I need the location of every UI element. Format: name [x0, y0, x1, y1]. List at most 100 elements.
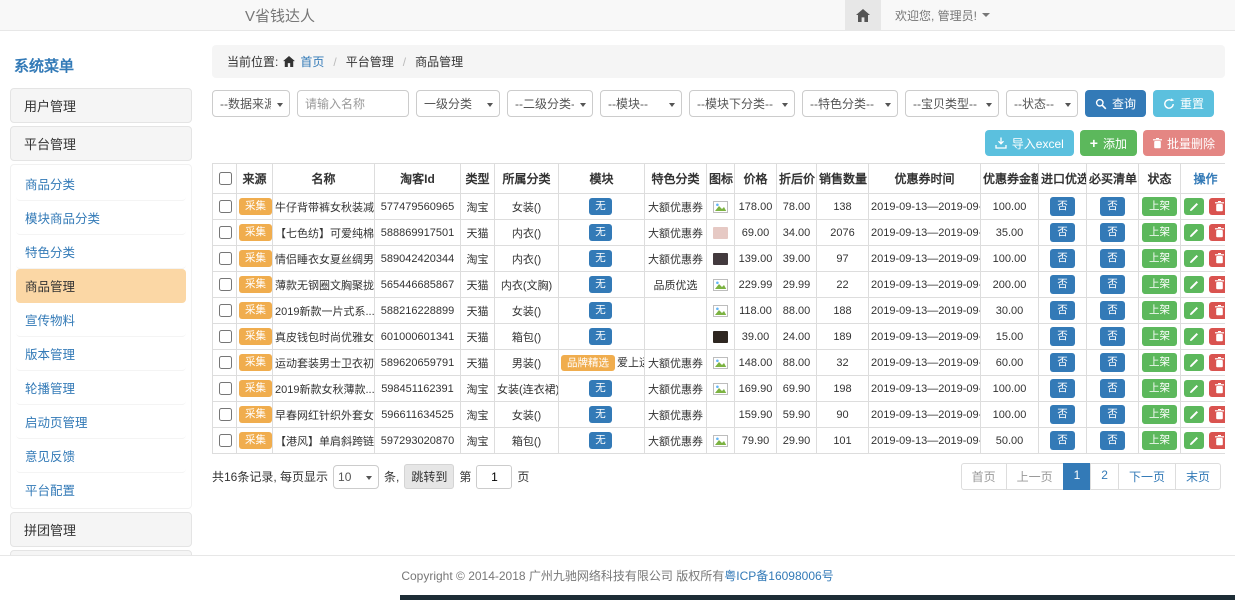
status-toggle[interactable]: 上架 [1142, 353, 1177, 371]
must-buy-toggle[interactable]: 否 [1100, 301, 1125, 319]
filter-select-module-subcategory[interactable]: --模块下分类-- [689, 90, 795, 117]
import-select-toggle[interactable]: 否 [1050, 405, 1075, 423]
user-menu[interactable]: 欢迎您, 管理员! [895, 0, 990, 30]
import-select-toggle[interactable]: 否 [1050, 223, 1075, 241]
row-checkbox[interactable] [219, 330, 232, 343]
filter-select-feature-category[interactable]: --特色分类-- [802, 90, 898, 117]
edit-button[interactable] [1184, 328, 1204, 345]
row-checkbox[interactable] [219, 226, 232, 239]
breadcrumb-home-link[interactable]: 首页 [300, 53, 324, 70]
import-select-toggle[interactable]: 否 [1050, 301, 1075, 319]
must-buy-toggle[interactable]: 否 [1100, 327, 1125, 345]
must-buy-toggle[interactable]: 否 [1100, 197, 1125, 215]
edit-button[interactable] [1184, 406, 1204, 423]
must-buy-toggle[interactable]: 否 [1100, 223, 1125, 241]
sidebar-subitem-1[interactable]: 商品分类 [16, 167, 186, 201]
sidebar-subitem-6[interactable]: 版本管理 [16, 337, 186, 371]
status-toggle[interactable]: 上架 [1142, 431, 1177, 449]
edit-button[interactable] [1184, 302, 1204, 319]
sidebar-item-user-management[interactable]: 用户管理 [10, 88, 192, 123]
row-checkbox[interactable] [219, 408, 232, 421]
batch-delete-button[interactable]: 批量删除 [1143, 130, 1225, 156]
sidebar-subitem-5[interactable]: 宣传物料 [16, 303, 186, 337]
row-checkbox[interactable] [219, 278, 232, 291]
edit-button[interactable] [1184, 380, 1204, 397]
pager-first[interactable]: 首页 [961, 463, 1007, 490]
sidebar-subitem-4[interactable]: 商品管理 [16, 269, 186, 303]
import-select-toggle[interactable]: 否 [1050, 379, 1075, 397]
delete-button[interactable] [1209, 354, 1225, 371]
sidebar-item-3[interactable]: 拼团管理 [10, 512, 192, 547]
must-buy-toggle[interactable]: 否 [1100, 379, 1125, 397]
add-button[interactable]: + 添加 [1080, 130, 1137, 156]
sidebar-subitem-7[interactable]: 轮播管理 [16, 371, 186, 405]
import-select-toggle[interactable]: 否 [1050, 275, 1075, 293]
sidebar-subitem-3[interactable]: 特色分类 [16, 235, 186, 269]
edit-button[interactable] [1184, 354, 1204, 371]
jump-button[interactable]: 跳转到 [404, 464, 454, 489]
page-size-select[interactable]: 10 [333, 465, 379, 489]
filter-select-item-type[interactable]: --宝贝类型-- [905, 90, 999, 117]
import-select-toggle[interactable]: 否 [1050, 431, 1075, 449]
filter-select-source[interactable]: --数据来源-- [212, 90, 290, 117]
delete-button[interactable] [1209, 198, 1225, 215]
must-buy-toggle[interactable]: 否 [1100, 405, 1125, 423]
status-toggle[interactable]: 上架 [1142, 301, 1177, 319]
filter-select-level1-category[interactable]: 一级分类 [416, 90, 500, 117]
status-toggle[interactable]: 上架 [1142, 249, 1177, 267]
row-checkbox[interactable] [219, 382, 232, 395]
pager-next[interactable]: 下一页 [1118, 463, 1176, 490]
sidebar-subitem-2[interactable]: 模块商品分类 [16, 201, 186, 235]
status-toggle[interactable]: 上架 [1142, 197, 1177, 215]
sidebar-item-platform-management[interactable]: 平台管理 [10, 126, 192, 161]
status-toggle[interactable]: 上架 [1142, 379, 1177, 397]
row-checkbox[interactable] [219, 434, 232, 447]
row-checkbox[interactable] [219, 304, 232, 317]
delete-button[interactable] [1209, 224, 1225, 241]
status-toggle[interactable]: 上架 [1142, 223, 1177, 241]
filter-select-module[interactable]: --模块-- [600, 90, 682, 117]
name-search-input[interactable] [297, 90, 409, 117]
filter-select-level2-category[interactable]: --二级分类-- [507, 90, 593, 117]
icp-link[interactable]: 粤ICP备16098006号 [724, 569, 833, 583]
edit-button[interactable] [1184, 432, 1204, 449]
must-buy-toggle[interactable]: 否 [1100, 275, 1125, 293]
pager-1[interactable]: 1 [1063, 463, 1092, 490]
page-number-input[interactable] [476, 465, 512, 489]
select-all-checkbox[interactable] [219, 172, 232, 185]
status-toggle[interactable]: 上架 [1142, 327, 1177, 345]
reset-button[interactable]: 重置 [1153, 90, 1214, 117]
pager-last[interactable]: 末页 [1175, 463, 1221, 490]
delete-button[interactable] [1209, 432, 1225, 449]
delete-button[interactable] [1209, 328, 1225, 345]
delete-button[interactable] [1209, 406, 1225, 423]
delete-button[interactable] [1209, 380, 1225, 397]
home-button[interactable] [845, 0, 881, 30]
row-checkbox[interactable] [219, 200, 232, 213]
edit-button[interactable] [1184, 276, 1204, 293]
delete-button[interactable] [1209, 250, 1225, 267]
edit-button[interactable] [1184, 198, 1204, 215]
pager-2[interactable]: 2 [1090, 463, 1119, 490]
must-buy-toggle[interactable]: 否 [1100, 249, 1125, 267]
row-checkbox[interactable] [219, 356, 232, 369]
row-checkbox[interactable] [219, 252, 232, 265]
edit-button[interactable] [1184, 224, 1204, 241]
search-button[interactable]: 查询 [1085, 90, 1146, 117]
filter-select-status[interactable]: --状态-- [1006, 90, 1078, 117]
must-buy-toggle[interactable]: 否 [1100, 431, 1125, 449]
pager-prev[interactable]: 上一页 [1006, 463, 1064, 490]
sidebar-subitem-10[interactable]: 平台配置 [16, 473, 186, 506]
status-toggle[interactable]: 上架 [1142, 275, 1177, 293]
import-select-toggle[interactable]: 否 [1050, 249, 1075, 267]
edit-button[interactable] [1184, 250, 1204, 267]
sidebar-subitem-9[interactable]: 意见反馈 [16, 439, 186, 473]
must-buy-toggle[interactable]: 否 [1100, 353, 1125, 371]
import-select-toggle[interactable]: 否 [1050, 197, 1075, 215]
import-select-toggle[interactable]: 否 [1050, 327, 1075, 345]
delete-button[interactable] [1209, 276, 1225, 293]
sidebar-subitem-8[interactable]: 启动页管理 [16, 405, 186, 439]
delete-button[interactable] [1209, 302, 1225, 319]
status-toggle[interactable]: 上架 [1142, 405, 1177, 423]
import-select-toggle[interactable]: 否 [1050, 353, 1075, 371]
